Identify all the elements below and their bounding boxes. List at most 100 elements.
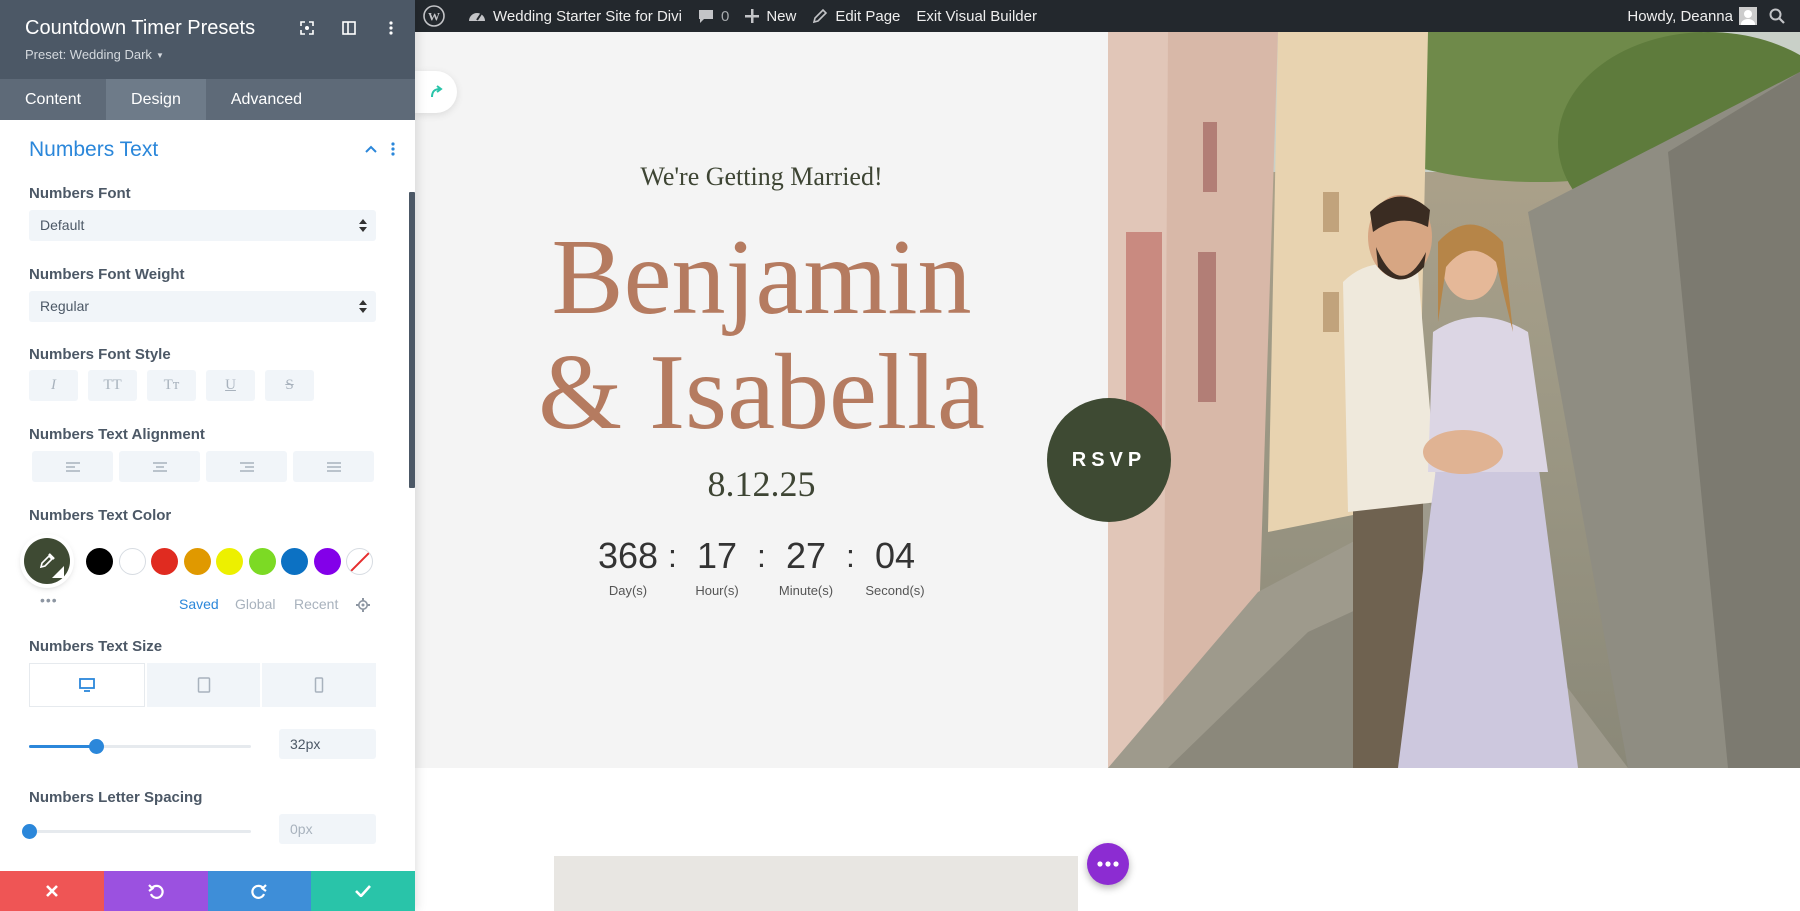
exit-visual-builder-link[interactable]: Exit Visual Builder xyxy=(908,0,1045,32)
chevron-up-icon[interactable] xyxy=(365,145,377,153)
history-toggle-icon[interactable] xyxy=(415,71,457,113)
svg-text:W: W xyxy=(428,10,440,24)
swatch-white[interactable] xyxy=(118,547,146,575)
alignment-buttons xyxy=(32,451,374,482)
discard-button[interactable] xyxy=(0,871,104,911)
checkmark-icon xyxy=(355,885,372,897)
uppercase-button[interactable]: TT xyxy=(88,370,137,401)
strikethrough-button[interactable]: S xyxy=(265,370,314,401)
edit-page-link[interactable]: Edit Page xyxy=(804,0,908,32)
panel-body: Numbers Text Numbers Font Default Number… xyxy=(0,120,415,871)
builder-menu-button[interactable] xyxy=(1087,843,1129,885)
align-justify-button[interactable] xyxy=(293,451,374,482)
gear-icon[interactable] xyxy=(356,598,370,612)
numbers-font-select[interactable]: Default xyxy=(29,210,376,241)
tablet-tab[interactable] xyxy=(146,663,261,707)
bride-name: & Isabella xyxy=(538,333,985,452)
numbers-font-label: Numbers Font xyxy=(29,185,131,202)
swatch-black[interactable] xyxy=(86,547,113,575)
italic-button[interactable]: I xyxy=(29,370,78,401)
align-right-icon xyxy=(239,461,254,472)
comments-count: 0 xyxy=(720,7,730,25)
phone-tab[interactable] xyxy=(262,663,377,707)
tab-design[interactable]: Design xyxy=(106,79,206,120)
swatch-green[interactable] xyxy=(248,547,276,575)
numbers-text-size-label: Numbers Text Size xyxy=(29,638,163,655)
tab-advanced[interactable]: Advanced xyxy=(206,79,327,120)
desktop-tab[interactable] xyxy=(29,663,145,707)
countdown-timer[interactable]: 368 Day(s) : 17 Hour(s) : 27 Minute(s) :… xyxy=(415,535,1108,598)
rsvp-button[interactable]: RSVP xyxy=(1047,398,1171,522)
edit-page-label: Edit Page xyxy=(835,7,901,25)
wedding-date: 8.12.25 xyxy=(707,464,816,504)
groom-name: Benjamin xyxy=(551,218,972,337)
save-button[interactable] xyxy=(311,871,415,911)
text-size-slider-handle[interactable] xyxy=(88,739,104,754)
capitalize-button[interactable]: Tт xyxy=(147,370,196,401)
align-left-button[interactable] xyxy=(32,451,113,482)
swatch-yellow[interactable] xyxy=(216,547,243,575)
greeting: Howdy, Deanna xyxy=(1627,7,1733,25)
color-tab-global[interactable]: Global xyxy=(235,596,275,612)
panel-footer xyxy=(0,871,415,911)
align-center-icon xyxy=(152,461,167,472)
search-icon[interactable] xyxy=(1767,0,1800,32)
kebab-menu-icon[interactable] xyxy=(381,18,401,38)
fullscreen-icon[interactable] xyxy=(297,18,317,38)
days-value: 368 xyxy=(597,535,659,576)
account-menu[interactable]: Howdy, Deanna xyxy=(1619,0,1767,32)
phone-icon xyxy=(314,677,324,693)
select-arrows-icon xyxy=(359,300,367,313)
numbers-font-weight-select[interactable]: Regular xyxy=(29,291,376,322)
letter-spacing-slider[interactable] xyxy=(22,824,251,839)
letter-spacing-slider-handle[interactable] xyxy=(22,824,37,839)
visual-builder-screen: W Wedding Starter Site for Divi 0 New Ed… xyxy=(0,0,1800,911)
text-size-slider[interactable] xyxy=(29,739,251,754)
avatar xyxy=(1739,7,1757,25)
color-picker-button[interactable] xyxy=(24,538,70,584)
comments-link[interactable]: 0 xyxy=(690,0,737,32)
more-colors-icon[interactable]: ••• xyxy=(40,592,58,608)
countdown-seconds: 04 Second(s) xyxy=(859,535,931,598)
redo-button[interactable] xyxy=(207,871,312,911)
swatch-none[interactable] xyxy=(346,547,373,575)
panel-title: Countdown Timer Presets xyxy=(25,17,256,39)
color-tab-saved[interactable]: Saved xyxy=(179,596,219,612)
preset-selector[interactable]: Preset: Wedding Dark ▼ xyxy=(25,47,164,62)
seconds-label: Second(s) xyxy=(865,583,925,598)
tab-content[interactable]: Content xyxy=(0,79,106,120)
letter-spacing-input[interactable]: 0px xyxy=(279,814,376,844)
panel-scrollbar[interactable] xyxy=(409,192,415,488)
color-tab-recent[interactable]: Recent xyxy=(294,596,338,612)
hero-text-column: We're Getting Married! Benjamin & Isabel… xyxy=(415,32,1108,768)
preset-name: Preset: Wedding Dark xyxy=(25,47,152,62)
panel-tabs: Content Design Advanced xyxy=(0,79,415,120)
swatch-red[interactable] xyxy=(151,547,178,575)
hours-label: Hour(s) xyxy=(695,583,739,598)
section-menu-icon[interactable] xyxy=(391,142,395,156)
text-size-input[interactable]: 32px xyxy=(279,729,376,759)
site-name-link[interactable]: Wedding Starter Site for Divi xyxy=(460,0,690,32)
numbers-font-value: Default xyxy=(40,217,85,233)
days-label: Day(s) xyxy=(608,583,648,598)
swatch-orange[interactable] xyxy=(183,547,211,575)
underline-button[interactable]: U xyxy=(206,370,255,401)
align-right-button[interactable] xyxy=(206,451,287,482)
align-center-button[interactable] xyxy=(119,451,200,482)
numbers-font-style-label: Numbers Font Style xyxy=(29,346,171,363)
admin-bar: W Wedding Starter Site for Divi 0 New Ed… xyxy=(415,0,1800,32)
color-swatches xyxy=(24,538,379,584)
swatch-purple[interactable] xyxy=(313,547,341,575)
wordpress-logo-icon[interactable]: W xyxy=(415,0,460,32)
section-title[interactable]: Numbers Text xyxy=(29,138,158,162)
undo-button[interactable] xyxy=(103,871,208,911)
new-content-link[interactable]: New xyxy=(737,0,804,32)
countdown-separator: : xyxy=(668,538,677,574)
select-arrows-icon xyxy=(359,219,367,232)
split-view-icon[interactable] xyxy=(339,18,359,38)
section-tools xyxy=(365,142,395,156)
swatch-blue[interactable] xyxy=(281,547,308,575)
seconds-value: 04 xyxy=(874,535,916,576)
plus-icon xyxy=(745,9,760,23)
tablet-icon xyxy=(197,677,210,693)
